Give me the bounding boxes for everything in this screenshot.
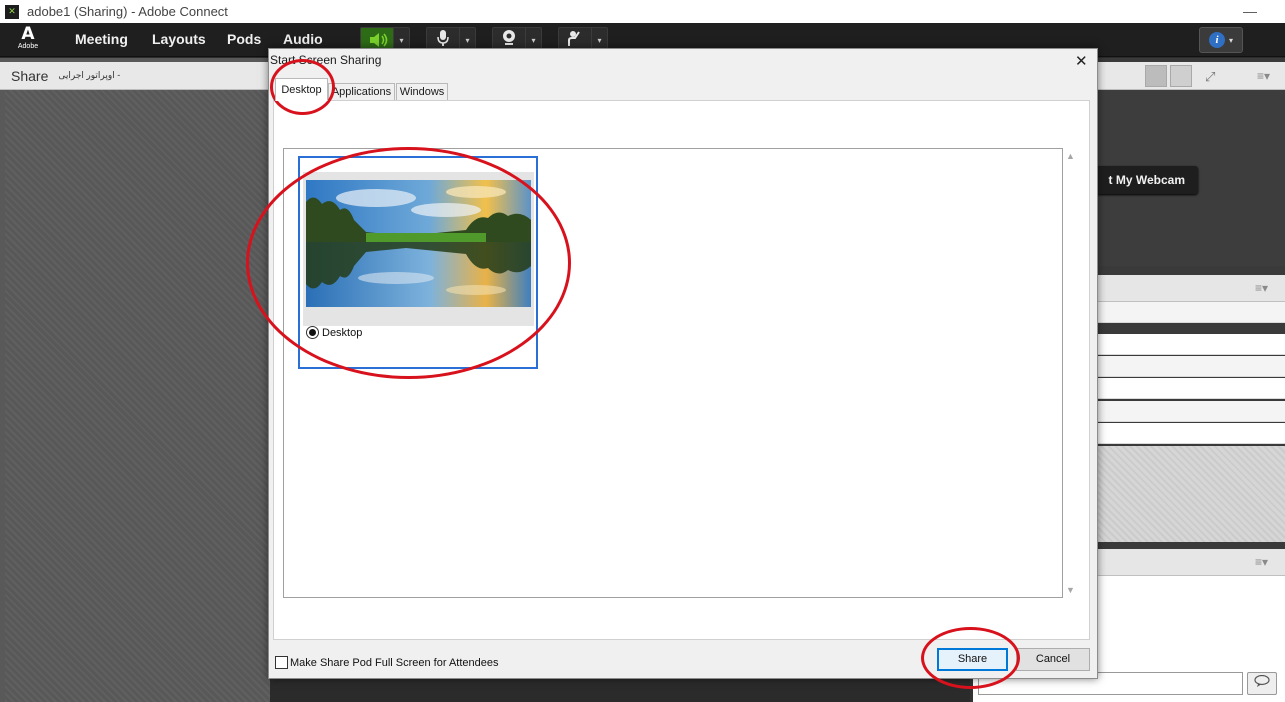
attendee-row[interactable]	[1097, 334, 1285, 355]
tab-applications[interactable]: Applications	[328, 83, 395, 101]
start-my-webcam-button[interactable]: t My Webcam	[1097, 166, 1198, 194]
attendees-empty-area	[1097, 446, 1285, 542]
adobe-logo: A Adobe	[17, 24, 39, 51]
menu-layouts[interactable]: Layouts	[152, 31, 206, 47]
fullscreen-icon[interactable]: ⤢	[1205, 69, 1215, 85]
scroll-up-icon[interactable]: ▲	[1063, 151, 1078, 161]
speech-bubble-icon	[1254, 674, 1270, 690]
single-layout-icon[interactable]	[1170, 65, 1192, 87]
adobe-connect-app-icon: ✕	[5, 4, 19, 19]
help-dropdown-icon: ▾	[1228, 35, 1233, 45]
grid-layout-icon[interactable]	[1145, 65, 1167, 87]
desktop-radio-button[interactable]	[306, 326, 319, 339]
desktop-thumbnail-image	[306, 180, 531, 307]
menu-meeting[interactable]: Meeting	[75, 31, 128, 47]
window-title: adobe1 (Sharing) - Adobe Connect	[27, 4, 228, 19]
dialog-close-button[interactable]: ✕	[1075, 52, 1088, 70]
window-title-bar: ✕ adobe1 (Sharing) - Adobe Connect —	[0, 0, 1285, 23]
fullscreen-checkbox-label: Make Share Pod Full Screen for Attendees	[290, 656, 499, 669]
attendee-row[interactable]	[1097, 302, 1285, 323]
share-pod-content-area	[5, 90, 270, 702]
attendee-row[interactable]	[1097, 378, 1285, 399]
help-menu-button[interactable]: i ▾	[1199, 27, 1243, 53]
info-icon: i	[1208, 32, 1225, 48]
attendee-row[interactable]	[1097, 423, 1285, 444]
attendee-row[interactable]	[1097, 401, 1285, 422]
desktop-radio-option[interactable]: Desktop	[306, 326, 362, 339]
attendee-row[interactable]	[1097, 356, 1285, 377]
tab-desktop[interactable]: Desktop	[275, 78, 328, 101]
fullscreen-option[interactable]: Make Share Pod Full Screen for Attendees	[275, 656, 499, 669]
tab-windows[interactable]: Windows	[396, 83, 448, 101]
chat-pod-menu-icon[interactable]: ≡▾	[1255, 555, 1268, 569]
dialog-title: Start Screen Sharing	[270, 53, 382, 67]
share-pod-presenter-name: اوپراتور اجرایی -	[58, 70, 121, 80]
share-pod-title: Share	[11, 67, 49, 84]
desktop-radio-label: Desktop	[322, 326, 363, 339]
share-pod-header: Share اوپراتور اجرایی -	[0, 62, 270, 90]
scroll-down-icon[interactable]: ▼	[1063, 585, 1078, 595]
minimize-button[interactable]: —	[1243, 3, 1257, 19]
chat-pod-header: ≡▾	[1097, 549, 1285, 576]
chat-send-button[interactable]	[1247, 672, 1277, 695]
list-scrollbar[interactable]: ▲ ▼	[1063, 148, 1078, 598]
menu-pods[interactable]: Pods	[227, 31, 261, 47]
attendees-pod-menu-icon[interactable]: ≡▾	[1255, 281, 1268, 295]
pod-options-menu-icon[interactable]: ≡▾	[1257, 69, 1270, 83]
cancel-button[interactable]: Cancel	[1016, 648, 1090, 671]
layout-switcher	[1145, 65, 1192, 87]
menu-audio[interactable]: Audio	[283, 31, 323, 47]
attendees-pod-header: ≡▾	[1097, 275, 1285, 302]
share-button[interactable]: Share	[937, 648, 1008, 671]
fullscreen-checkbox[interactable]	[275, 656, 288, 669]
